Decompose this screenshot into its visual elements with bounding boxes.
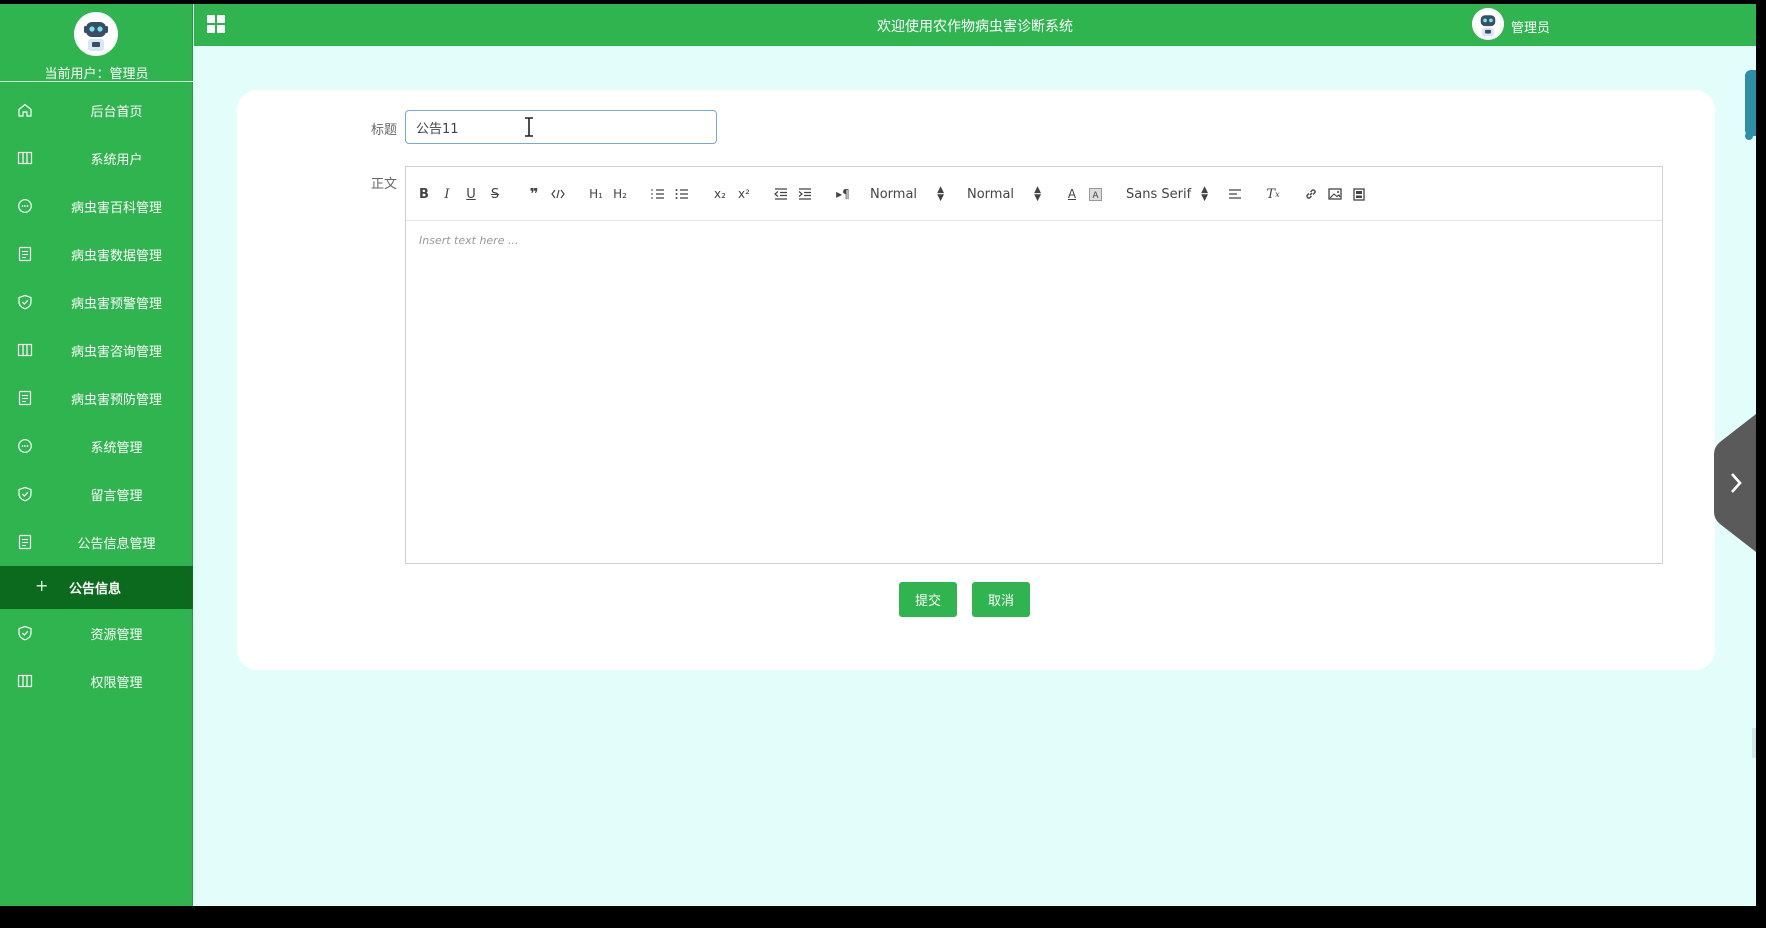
sidebar-item-system-users[interactable]: 系统用户 — [0, 134, 193, 182]
columns-icon — [17, 673, 33, 689]
user-avatar[interactable] — [1472, 8, 1504, 40]
home-icon — [17, 102, 33, 118]
columns-icon — [17, 342, 33, 358]
blockquote-icon[interactable]: ❞ — [525, 184, 543, 204]
drawer-toggle[interactable] — [1714, 414, 1756, 552]
sidebar-item-label: 病虫害预警管理 — [70, 296, 162, 312]
sidebar-item-system-management[interactable]: 系统管理 — [0, 422, 193, 470]
sidebar: 当前用户：管理员 后台首页 系统用户 病虫害百科管理 病虫害数据管理 病虫害预警… — [0, 4, 193, 906]
shield-icon — [17, 486, 33, 502]
scrollbar-thumb[interactable] — [1745, 70, 1756, 140]
code-icon[interactable] — [549, 184, 567, 204]
sidebar-item-messages[interactable]: 留言管理 — [0, 470, 193, 518]
sidebar-item-label: 病虫害咨询管理 — [70, 344, 162, 360]
sidebar-item-pest-consult[interactable]: 病虫害咨询管理 — [0, 326, 193, 374]
sidebar-item-resources[interactable]: 资源管理 — [0, 609, 193, 657]
video-icon[interactable] — [1350, 184, 1368, 204]
sidebar-item-label: 系统管理 — [90, 440, 143, 456]
editor-placeholder: Insert text here ... — [419, 234, 519, 247]
sidebar-subitem-label: 公告信息 — [68, 582, 121, 597]
editor-toolbar: B I U S ❞ H₁ H₂ x₂ x² ▸¶ Normal ▲ ▼ Norm… — [406, 167, 1662, 221]
sidebar-item-label: 系统用户 — [90, 152, 143, 168]
document-icon — [17, 390, 33, 406]
chat-icon — [17, 198, 33, 214]
bold-icon[interactable]: B — [416, 184, 432, 204]
current-user-label: 当前用户：管理员 — [44, 67, 149, 82]
ordered-list-icon[interactable] — [649, 184, 667, 204]
strike-icon[interactable]: S — [487, 184, 503, 204]
select-caret-icon: ▲ ▼ — [1201, 185, 1208, 203]
sidebar-item-pest-prevention[interactable]: 病虫害预防管理 — [0, 374, 193, 422]
rich-text-editor: B I U S ❞ H₁ H₂ x₂ x² ▸¶ Normal ▲ ▼ Norm… — [405, 166, 1663, 564]
select-caret-icon: ▲ ▼ — [937, 185, 944, 203]
notice-form-card: 标题 正文 B I U S ❞ H₁ H₂ — [237, 90, 1715, 670]
sidebar-item-label: 权限管理 — [90, 675, 143, 691]
sidebar-item-label: 后台首页 — [90, 104, 143, 120]
align-icon[interactable] — [1226, 184, 1244, 204]
columns-icon — [17, 150, 33, 166]
sidebar-menu: 后台首页 系统用户 病虫害百科管理 病虫害数据管理 病虫害预警管理 病虫害咨询管… — [0, 86, 193, 705]
size-select-value: Normal — [967, 186, 1015, 202]
link-icon[interactable] — [1302, 184, 1320, 204]
document-icon — [17, 246, 33, 262]
document-icon — [17, 534, 33, 550]
outdent-icon[interactable] — [772, 184, 790, 204]
sidebar-item-dashboard[interactable]: 后台首页 — [0, 86, 193, 134]
font-select-value: Sans Serif — [1126, 186, 1192, 202]
title-label: 标题 — [371, 123, 398, 138]
font-select[interactable]: Sans Serif ▲ ▼ — [1126, 184, 1208, 204]
text-cursor-icon — [522, 116, 536, 138]
sidebar-item-pest-warning[interactable]: 病虫害预警管理 — [0, 278, 193, 326]
image-icon[interactable] — [1326, 184, 1344, 204]
submit-button[interactable]: 提交 — [899, 582, 957, 617]
header-select-value: Normal — [870, 186, 918, 202]
italic-icon[interactable]: I — [439, 184, 455, 204]
sidebar-item-label: 留言管理 — [90, 488, 143, 504]
size-select[interactable]: Normal ▲ ▼ — [967, 184, 1041, 204]
sidebar-subitem-notice-info[interactable]: + 公告信息 — [0, 566, 193, 609]
header-2-icon[interactable]: H₂ — [610, 184, 630, 204]
sidebar-item-pest-encyclopedia[interactable]: 病虫害百科管理 — [0, 182, 193, 230]
top-user-name[interactable]: 管理员 — [1511, 17, 1550, 36]
robot-avatar — [74, 12, 118, 56]
bottom-bar — [0, 906, 1766, 928]
underline-icon[interactable]: U — [463, 184, 479, 204]
title-input[interactable] — [405, 110, 717, 144]
svg-text:A: A — [1092, 191, 1099, 201]
sidebar-item-notice-management[interactable]: 公告信息管理 — [0, 518, 193, 566]
background-color-icon[interactable]: A — [1087, 184, 1103, 204]
sidebar-item-label: 资源管理 — [90, 627, 143, 643]
select-caret-icon: ▲ ▼ — [1034, 185, 1041, 203]
clear-format-icon[interactable]: Tx — [1264, 184, 1282, 204]
sidebar-item-label: 病虫害百科管理 — [70, 200, 162, 216]
body-label: 正文 — [371, 177, 398, 192]
subscript-icon[interactable]: x₂ — [711, 184, 729, 204]
top-bar: 欢迎使用农作物病虫害诊断系统 管理员 — [194, 4, 1756, 46]
sidebar-header: 当前用户：管理员 — [0, 4, 193, 82]
indent-icon[interactable] — [796, 184, 814, 204]
shield-icon — [17, 625, 33, 641]
plus-icon: + — [35, 576, 49, 595]
sidebar-item-pest-data[interactable]: 病虫害数据管理 — [0, 230, 193, 278]
header-1-icon[interactable]: H₁ — [586, 184, 606, 204]
sidebar-item-label: 病虫害预防管理 — [70, 392, 162, 408]
screen: 当前用户：管理员 后台首页 系统用户 病虫害百科管理 病虫害数据管理 病虫害预警… — [0, 0, 1766, 928]
sidebar-item-label: 病虫害数据管理 — [70, 248, 162, 264]
text-direction-icon[interactable]: ▸¶ — [834, 184, 852, 204]
cancel-button[interactable]: 取消 — [972, 582, 1030, 617]
header-select[interactable]: Normal ▲ ▼ — [870, 184, 944, 204]
sidebar-item-label: 公告信息管理 — [77, 536, 156, 552]
scrollbar-track-end — [1752, 728, 1756, 758]
font-color-icon[interactable]: A — [1064, 184, 1080, 204]
superscript-icon[interactable]: x² — [735, 184, 753, 204]
sidebar-item-permissions[interactable]: 权限管理 — [0, 657, 193, 705]
shield-icon — [17, 294, 33, 310]
editor-content[interactable]: Insert text here ... — [406, 222, 1662, 563]
app-viewport: 当前用户：管理员 后台首页 系统用户 病虫害百科管理 病虫害数据管理 病虫害预警… — [0, 4, 1756, 906]
chat-icon — [17, 438, 33, 454]
bullet-list-icon[interactable] — [673, 184, 691, 204]
